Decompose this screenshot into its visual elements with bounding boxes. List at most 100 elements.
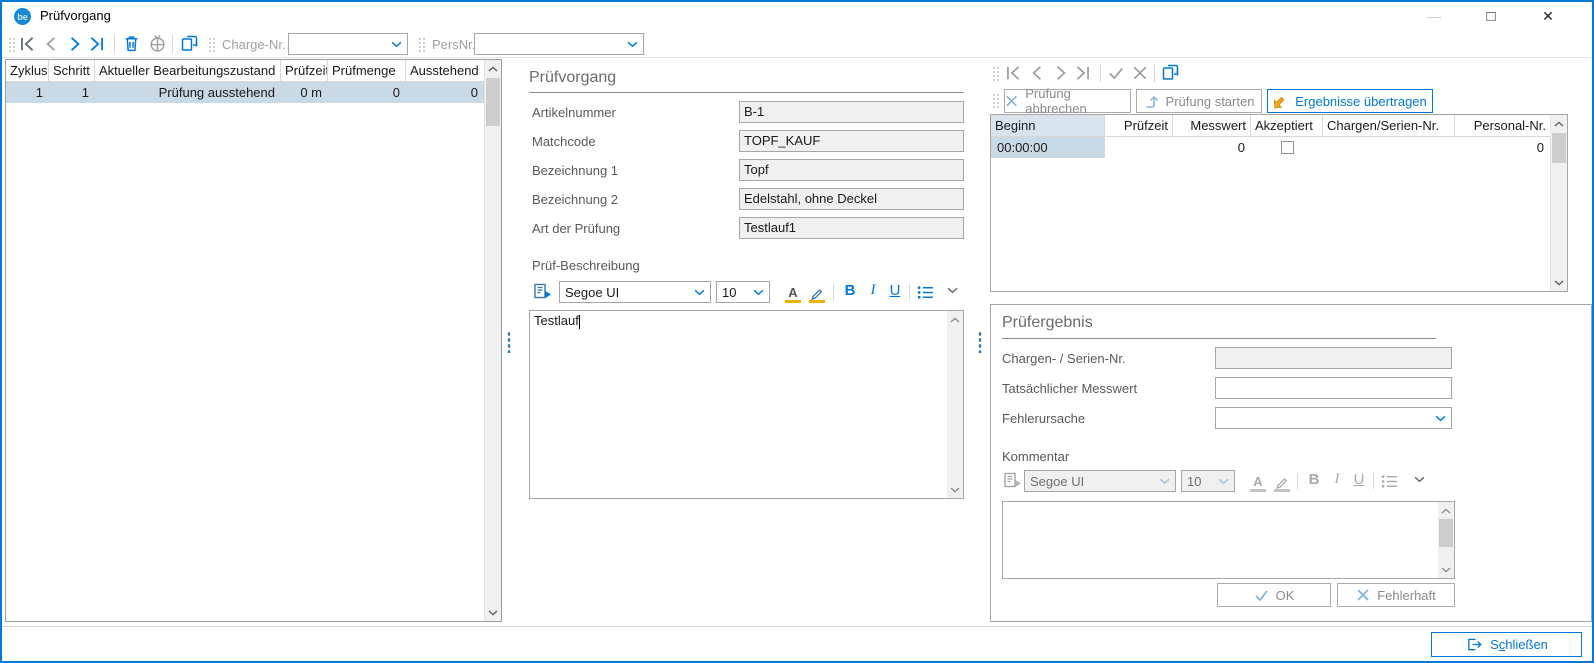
globe-icon[interactable] bbox=[148, 34, 167, 53]
artikelnummer-field[interactable]: B-1 bbox=[739, 101, 964, 123]
fehlerursache-combobox[interactable] bbox=[1215, 407, 1452, 429]
font-size-combobox[interactable]: 10 bbox=[1181, 470, 1235, 492]
toolbar-grip[interactable] bbox=[8, 37, 16, 52]
results-vertical-scrollbar[interactable] bbox=[1550, 115, 1567, 291]
bezeichnung2-field[interactable]: Edelstahl, ohne Deckel bbox=[739, 188, 964, 210]
bold-button[interactable]: B bbox=[841, 282, 859, 299]
delete-icon[interactable] bbox=[122, 34, 141, 53]
scroll-up-icon[interactable] bbox=[485, 60, 501, 77]
refresh-transfer-icon[interactable] bbox=[1161, 63, 1181, 82]
fehlerursache-label: Fehlerursache bbox=[1002, 411, 1085, 426]
cancel-cross-icon[interactable] bbox=[1131, 64, 1149, 82]
column-header-zyklus[interactable]: Zyklus bbox=[6, 60, 49, 81]
column-header-ausstehend[interactable]: Ausstehend bbox=[406, 60, 484, 81]
column-header-chargen-serien[interactable]: Chargen/Serien-Nr. bbox=[1323, 115, 1455, 136]
cycle-table-row[interactable]: 1 1 Prüfung ausstehend 0 m 0 0 bbox=[6, 82, 501, 103]
right-splitter-handle[interactable] bbox=[978, 331, 982, 353]
minimize-button[interactable]: — bbox=[1409, 2, 1459, 30]
scroll-down-icon[interactable] bbox=[1438, 561, 1454, 578]
last-result-button[interactable] bbox=[1074, 64, 1092, 82]
close-button[interactable]: ✕ bbox=[1523, 2, 1573, 30]
chevron-down-icon bbox=[753, 289, 764, 296]
underline-button[interactable]: U bbox=[886, 282, 904, 299]
charge-nr-combobox[interactable] bbox=[288, 33, 408, 55]
pers-nr-combobox[interactable] bbox=[474, 33, 644, 55]
font-color-icon[interactable]: A bbox=[1249, 471, 1267, 492]
chargen-serien-field[interactable] bbox=[1215, 347, 1452, 369]
column-header-personal[interactable]: Personal-Nr. bbox=[1455, 115, 1550, 136]
last-record-button[interactable] bbox=[88, 35, 106, 53]
font-family-combobox[interactable]: Segoe UI bbox=[559, 281, 711, 303]
column-header-pruefzeit[interactable]: Prüfzeit bbox=[281, 60, 328, 81]
title-bar[interactable]: be Prüfvorgang — □ ✕ bbox=[2, 2, 1592, 30]
previous-result-button[interactable] bbox=[1028, 64, 1046, 82]
column-header-pruefmenge[interactable]: Prüfmenge bbox=[328, 60, 406, 81]
scroll-up-icon[interactable] bbox=[947, 311, 963, 328]
start-arrow-icon bbox=[1144, 94, 1159, 109]
column-header-bearbeitungszustand[interactable]: Aktueller Bearbeitungszustand bbox=[95, 60, 281, 81]
font-size-combobox[interactable]: 10 bbox=[716, 281, 770, 303]
column-header-messwert[interactable]: Messwert bbox=[1173, 115, 1251, 136]
left-splitter-handle[interactable] bbox=[507, 331, 511, 353]
pruefung-starten-button[interactable]: Prüfung starten bbox=[1136, 89, 1262, 113]
next-record-button[interactable] bbox=[66, 35, 84, 53]
ergebnisse-uebertragen-button[interactable]: Ergebnisse übertragen bbox=[1267, 89, 1433, 113]
fehlerhaft-button[interactable]: Fehlerhaft bbox=[1337, 583, 1455, 607]
editor-overflow-chevron-icon[interactable] bbox=[947, 287, 958, 294]
toolbar-grip[interactable] bbox=[208, 37, 216, 52]
bullet-list-icon[interactable] bbox=[1381, 474, 1398, 489]
previous-record-button[interactable] bbox=[42, 35, 60, 53]
first-result-button[interactable] bbox=[1004, 64, 1022, 82]
toolbar-grip[interactable] bbox=[992, 66, 1000, 81]
underline-button[interactable]: U bbox=[1350, 471, 1368, 488]
italic-button[interactable]: I bbox=[864, 282, 882, 299]
akzeptiert-checkbox[interactable] bbox=[1281, 141, 1294, 154]
toolbar-grip[interactable] bbox=[418, 37, 426, 52]
load-text-icon[interactable] bbox=[533, 282, 553, 300]
maximize-button[interactable]: □ bbox=[1466, 2, 1516, 30]
column-header-pruefzeit[interactable]: Prüfzeit bbox=[1105, 115, 1173, 136]
load-text-icon[interactable] bbox=[1003, 471, 1023, 489]
column-header-akzeptiert[interactable]: Akzeptiert bbox=[1251, 115, 1323, 136]
accept-check-icon[interactable] bbox=[1107, 64, 1125, 82]
tatsaechlicher-messwert-field[interactable] bbox=[1215, 377, 1452, 399]
font-color-icon[interactable]: A bbox=[784, 282, 802, 303]
cycles-vertical-scrollbar[interactable] bbox=[484, 60, 501, 621]
scroll-up-icon[interactable] bbox=[1551, 115, 1567, 132]
kommentar-textarea[interactable] bbox=[1002, 501, 1455, 579]
results-table-header: Beginn Prüfzeit Messwert Akzeptiert Char… bbox=[991, 115, 1567, 137]
scrollbar-thumb[interactable] bbox=[486, 78, 500, 126]
textarea-scrollbar[interactable] bbox=[1438, 502, 1454, 578]
scrollbar-thumb[interactable] bbox=[1439, 519, 1453, 547]
art-der-pruefung-field[interactable]: Testlauf1 bbox=[739, 217, 964, 239]
textarea-scrollbar[interactable] bbox=[947, 311, 963, 498]
matchcode-field[interactable]: TOPF_KAUF bbox=[739, 130, 964, 152]
highlight-icon[interactable] bbox=[1273, 471, 1291, 492]
scroll-down-icon[interactable] bbox=[485, 604, 501, 621]
scrollbar-thumb[interactable] bbox=[1552, 133, 1566, 163]
scroll-up-icon[interactable] bbox=[1438, 502, 1454, 519]
chevron-down-icon bbox=[1218, 478, 1229, 485]
toolbar-grip[interactable] bbox=[992, 93, 1000, 108]
bezeichnung1-field[interactable]: Topf bbox=[739, 159, 964, 181]
bullet-list-icon[interactable] bbox=[917, 285, 934, 300]
scroll-down-icon[interactable] bbox=[1551, 274, 1567, 291]
toolbar-separator bbox=[1100, 64, 1101, 82]
column-header-schritt[interactable]: Schritt bbox=[49, 60, 95, 81]
next-result-button[interactable] bbox=[1052, 64, 1070, 82]
bold-button[interactable]: B bbox=[1305, 471, 1323, 488]
editor-overflow-chevron-icon[interactable] bbox=[1414, 476, 1425, 483]
font-family-combobox[interactable]: Segoe UI bbox=[1024, 470, 1176, 492]
result-table-row[interactable]: 00:00:00 0 0 bbox=[991, 137, 1567, 158]
transfer-arrow-icon bbox=[1273, 94, 1288, 109]
pruef-beschreibung-textarea[interactable]: Testlauf bbox=[529, 310, 964, 499]
scroll-down-icon[interactable] bbox=[947, 481, 963, 498]
ok-button[interactable]: OK bbox=[1217, 583, 1331, 607]
pruefung-abbrechen-button[interactable]: Prüfung abbrechen bbox=[1004, 89, 1131, 113]
schliessen-button[interactable]: Schließen bbox=[1431, 632, 1582, 657]
italic-button[interactable]: I bbox=[1328, 471, 1346, 488]
column-header-beginn[interactable]: Beginn bbox=[991, 115, 1105, 136]
first-record-button[interactable] bbox=[18, 35, 36, 53]
highlight-icon[interactable] bbox=[808, 282, 826, 303]
refresh-transfer-icon[interactable] bbox=[180, 34, 200, 53]
